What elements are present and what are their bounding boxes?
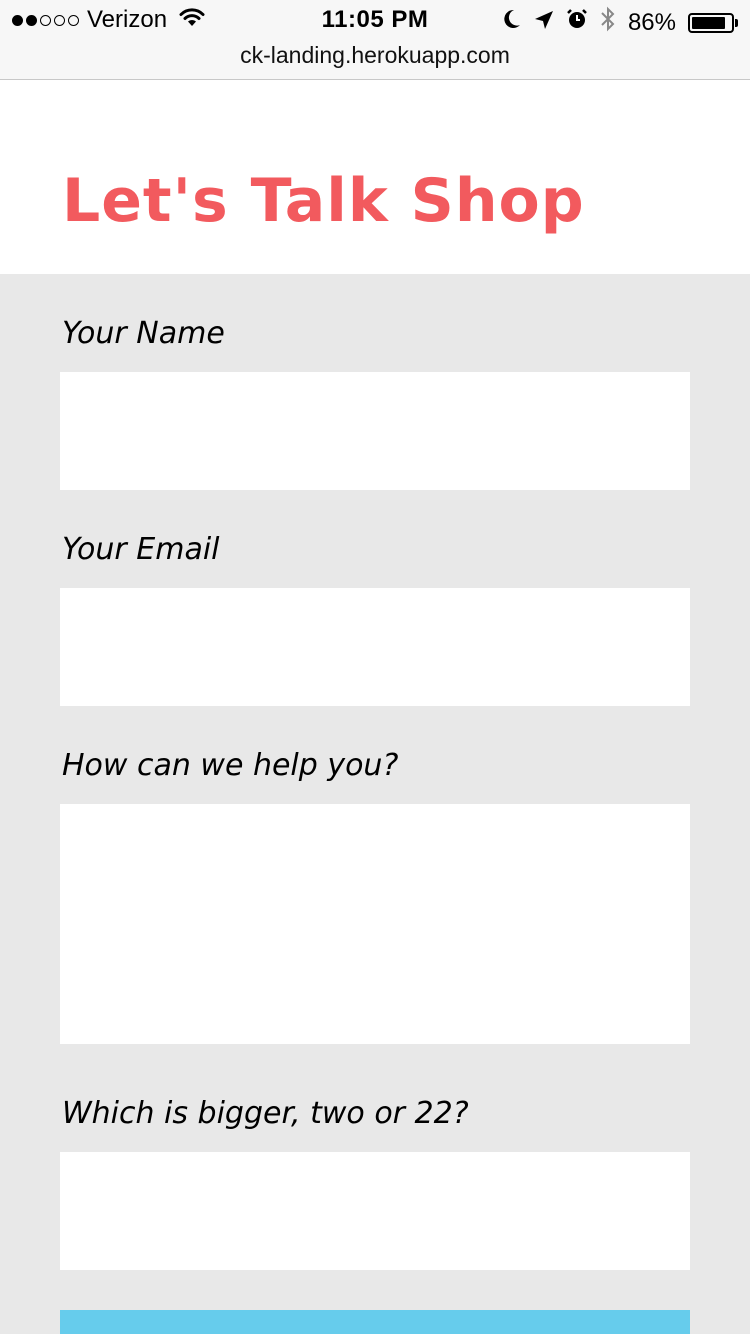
contact-form: Your Name Your Email How can we help you… — [0, 274, 750, 1334]
url-text[interactable]: ck-landing.herokuapp.com — [240, 42, 510, 68]
captcha-question-label: Which is bigger, two or 22? — [62, 1096, 469, 1131]
status-right: 86% — [502, 6, 738, 39]
moon-icon — [502, 8, 522, 37]
name-input[interactable] — [60, 372, 690, 490]
help-message-textarea[interactable] — [60, 804, 690, 1044]
submit-button[interactable] — [60, 1310, 690, 1334]
address-bar[interactable]: ck-landing.herokuapp.com — [0, 40, 750, 80]
bluetooth-icon — [600, 6, 616, 39]
location-arrow-icon — [534, 9, 554, 37]
captcha-input[interactable] — [60, 1152, 690, 1270]
name-label: Your Name — [62, 316, 225, 351]
help-label: How can we help you? — [62, 748, 399, 783]
email-input[interactable] — [60, 588, 690, 706]
battery-percent: 86% — [627, 8, 676, 36]
alarm-icon — [566, 8, 588, 37]
battery-level — [692, 16, 725, 29]
status-bar: Verizon 11:05 PM 86% — [0, 0, 750, 40]
battery-icon — [688, 12, 738, 33]
page-header: Let's Talk Shop — [0, 80, 750, 274]
page-title: Let's Talk Shop — [62, 166, 585, 236]
email-label: Your Email — [62, 532, 220, 567]
